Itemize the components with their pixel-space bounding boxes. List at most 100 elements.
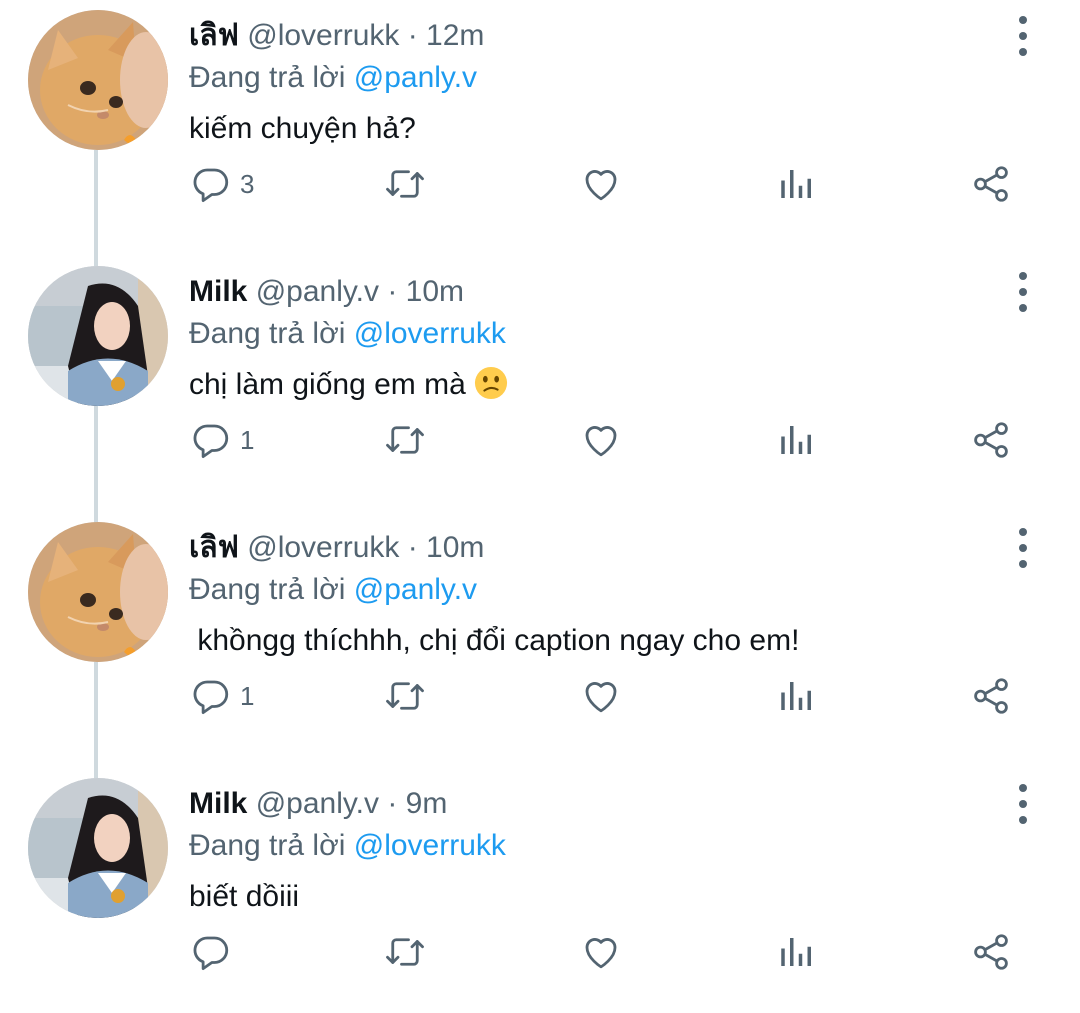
reply-button[interactable]: 1	[190, 672, 254, 720]
more-options-button[interactable]	[1008, 528, 1038, 568]
more-vertical-icon	[1019, 560, 1027, 568]
tweet-header: เลิฟ @loverrukk · 12m	[189, 18, 484, 54]
views-button[interactable]	[776, 416, 818, 464]
views-icon	[781, 426, 811, 454]
reply-button[interactable]: 3	[190, 160, 254, 208]
views-button[interactable]	[776, 672, 818, 720]
views-icon	[781, 938, 811, 966]
more-options-button[interactable]	[1008, 16, 1038, 56]
cat-photo	[28, 522, 168, 662]
reply-icon	[193, 168, 229, 203]
mention-link[interactable]: @panly.v	[354, 573, 477, 606]
user-handle[interactable]: @panly.v	[256, 275, 379, 308]
share-icon	[974, 678, 1008, 714]
more-vertical-icon	[1019, 528, 1027, 536]
like-button[interactable]	[580, 160, 622, 208]
tweet[interactable]: เลิฟ @loverrukk · 10m Đang trả lời @panl…	[0, 512, 1080, 768]
replying-to: Đang trả lời @loverrukk	[189, 316, 506, 352]
retweet-icon	[386, 938, 424, 966]
tweet-text-content: kiếm chuyện hả?	[189, 112, 416, 145]
replying-to: Đang trả lời @panly.v	[189, 572, 477, 608]
more-vertical-icon	[1019, 816, 1027, 824]
reply-count: 1	[240, 680, 255, 711]
mention-link[interactable]: @loverrukk	[354, 829, 506, 862]
avatar[interactable]	[28, 522, 168, 662]
reply-count: 3	[240, 168, 255, 199]
share-button[interactable]	[970, 672, 1012, 720]
avatar[interactable]	[28, 778, 168, 918]
display-name[interactable]: เลิฟ	[189, 531, 239, 564]
heart-icon	[585, 938, 617, 969]
more-options-button[interactable]	[1008, 784, 1038, 824]
display-name[interactable]: Milk	[189, 787, 247, 820]
tweet-text: biết dồiii	[189, 878, 299, 916]
more-vertical-icon	[1019, 16, 1027, 24]
heart-icon	[585, 170, 617, 201]
tweet[interactable]: เลิฟ @loverrukk · 12m Đang trả lời @panl…	[0, 0, 1080, 256]
retweet-icon	[386, 170, 424, 198]
more-options-button[interactable]	[1008, 272, 1038, 312]
timestamp[interactable]: · 10m	[408, 531, 485, 564]
share-icon	[974, 934, 1008, 970]
views-icon	[781, 170, 811, 198]
views-button[interactable]	[776, 160, 818, 208]
heart-icon	[585, 682, 617, 713]
more-vertical-icon	[1019, 48, 1027, 56]
avatar[interactable]	[28, 10, 168, 150]
cat-photo	[28, 10, 168, 150]
tweet-header: Milk @panly.v · 9m	[189, 786, 447, 822]
share-button[interactable]	[970, 416, 1012, 464]
retweet-icon	[386, 682, 424, 710]
display-name[interactable]: Milk	[189, 275, 247, 308]
retweet-button[interactable]	[384, 672, 426, 720]
tweet-text: chị làm giống em mà	[189, 366, 508, 404]
mention-link[interactable]: @panly.v	[354, 61, 477, 94]
more-vertical-icon	[1019, 272, 1027, 280]
tweet-text: khồngg thíchhh, chị đổi caption ngay cho…	[189, 622, 799, 660]
share-icon	[974, 166, 1008, 202]
conversation-thread: เลิฟ @loverrukk · 12m Đang trả lời @panl…	[0, 0, 1080, 1013]
replying-to-label: Đang trả lời	[189, 317, 346, 350]
mention-link[interactable]: @loverrukk	[354, 317, 506, 350]
views-button[interactable]	[776, 928, 818, 976]
share-button[interactable]	[970, 928, 1012, 976]
reply-count: 1	[240, 424, 255, 455]
more-vertical-icon	[1019, 288, 1027, 296]
like-button[interactable]	[580, 672, 622, 720]
share-icon	[974, 422, 1008, 458]
retweet-icon	[386, 426, 424, 454]
tweet[interactable]: Milk @panly.v · 9m Đang trả lời @loverru…	[0, 768, 1080, 1013]
like-button[interactable]	[580, 416, 622, 464]
retweet-button[interactable]	[384, 160, 426, 208]
heart-icon	[585, 426, 617, 457]
tweet-header: เลิฟ @loverrukk · 10m	[189, 530, 484, 566]
tweet-text-content: khồngg thíchhh, chị đổi caption ngay cho…	[189, 624, 800, 657]
replying-to-label: Đang trả lời	[189, 829, 346, 862]
retweet-button[interactable]	[384, 928, 426, 976]
replying-to-label: Đang trả lời	[189, 61, 346, 94]
user-handle[interactable]: @panly.v	[256, 787, 379, 820]
user-handle[interactable]: @loverrukk	[247, 19, 399, 52]
retweet-button[interactable]	[384, 416, 426, 464]
tweet[interactable]: Milk @panly.v · 10m Đang trả lời @loverr…	[0, 256, 1080, 512]
more-vertical-icon	[1019, 784, 1027, 792]
timestamp[interactable]: · 12m	[408, 19, 485, 52]
timestamp[interactable]: · 9m	[387, 787, 447, 820]
tweet-text-content: biết dồiii	[189, 880, 300, 913]
replying-to: Đang trả lời @loverrukk	[189, 828, 506, 864]
avatar[interactable]	[28, 266, 168, 406]
girl-photo	[28, 266, 168, 406]
like-button[interactable]	[580, 928, 622, 976]
reply-icon	[193, 936, 229, 971]
tweet-header: Milk @panly.v · 10m	[189, 274, 464, 310]
share-button[interactable]	[970, 160, 1012, 208]
replying-to: Đang trả lời @panly.v	[189, 60, 477, 96]
reply-button[interactable]	[190, 928, 240, 976]
display-name[interactable]: เลิฟ	[189, 19, 239, 52]
timestamp[interactable]: · 10m	[387, 275, 464, 308]
tweet-text-content: chị làm giống em mà	[189, 368, 475, 401]
more-vertical-icon	[1019, 800, 1027, 808]
more-vertical-icon	[1019, 304, 1027, 312]
user-handle[interactable]: @loverrukk	[247, 531, 399, 564]
reply-button[interactable]: 1	[190, 416, 254, 464]
